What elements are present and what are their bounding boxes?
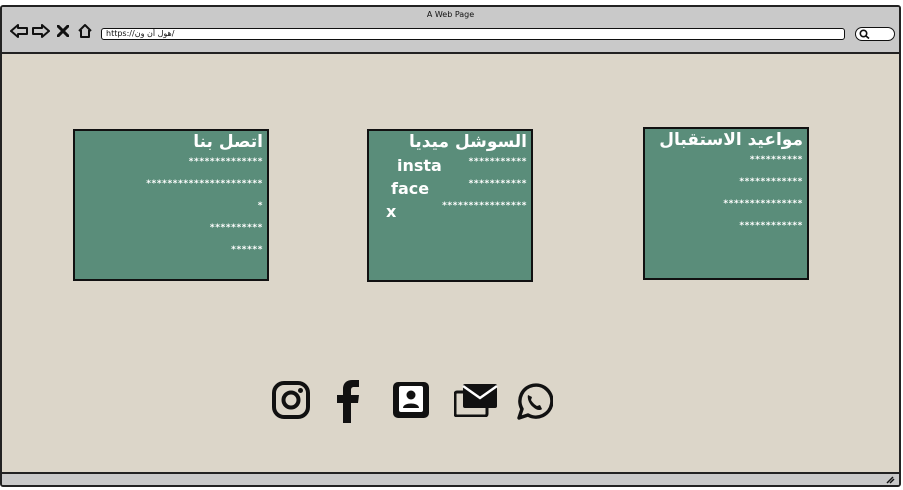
browser-chrome: A Web Page https://هول أن ون/ (2, 7, 899, 54)
hours-line: ************ (739, 221, 803, 231)
status-bar (2, 472, 899, 485)
contact-card-title: اتصل بنا (193, 132, 263, 152)
hours-card-title: مواعيد الاستقبال (659, 130, 803, 150)
contact-line: ****** (231, 245, 263, 255)
social-card-title: السوشل ميديا (408, 132, 527, 152)
hours-line: *************** (723, 199, 803, 209)
contact-line: ************** (188, 157, 263, 167)
facebook-icon[interactable] (335, 379, 361, 423)
browser-search-button[interactable] (855, 27, 895, 41)
instagram-icon[interactable] (272, 381, 310, 419)
address-bar[interactable]: https://هول أن ون/ (101, 28, 845, 40)
social-media-card: السوشل ميديا insta face x *********** **… (367, 129, 533, 282)
contact-card: اتصل بنا ************** ****************… (73, 129, 269, 281)
whatsapp-icon[interactable] (515, 383, 553, 421)
home-icon (78, 24, 92, 38)
window-title: A Web Page (426, 10, 475, 19)
social-label-insta[interactable]: insta (397, 156, 442, 175)
browser-window: A Web Page https://هول أن ون/ اتصل بنا *… (0, 5, 901, 487)
nav-buttons (9, 21, 97, 41)
home-button[interactable] (75, 21, 95, 41)
contact-line: ********** (209, 223, 263, 233)
social-line: **************** (442, 201, 527, 211)
social-line: *********** (468, 179, 527, 189)
back-arrow-icon (10, 24, 28, 38)
social-line: *********** (468, 157, 527, 167)
contact-line: * (257, 201, 263, 211)
forward-button[interactable] (31, 21, 51, 41)
contact-card-icon[interactable] (392, 381, 430, 419)
contact-line: ********************** (146, 179, 263, 189)
close-icon (57, 25, 69, 37)
resize-grip-icon[interactable] (885, 476, 895, 484)
hours-line: ************ (739, 177, 803, 187)
back-button[interactable] (9, 21, 29, 41)
reception-hours-card: مواعيد الاستقبال ********** ************… (643, 127, 809, 280)
social-label-face[interactable]: face (391, 179, 429, 198)
search-icon (859, 29, 870, 39)
forward-arrow-icon (32, 24, 50, 38)
social-label-x[interactable]: x (386, 202, 396, 221)
hours-line: ********** (749, 155, 803, 165)
stop-button[interactable] (53, 21, 73, 41)
mail-icon[interactable] (454, 383, 498, 417)
